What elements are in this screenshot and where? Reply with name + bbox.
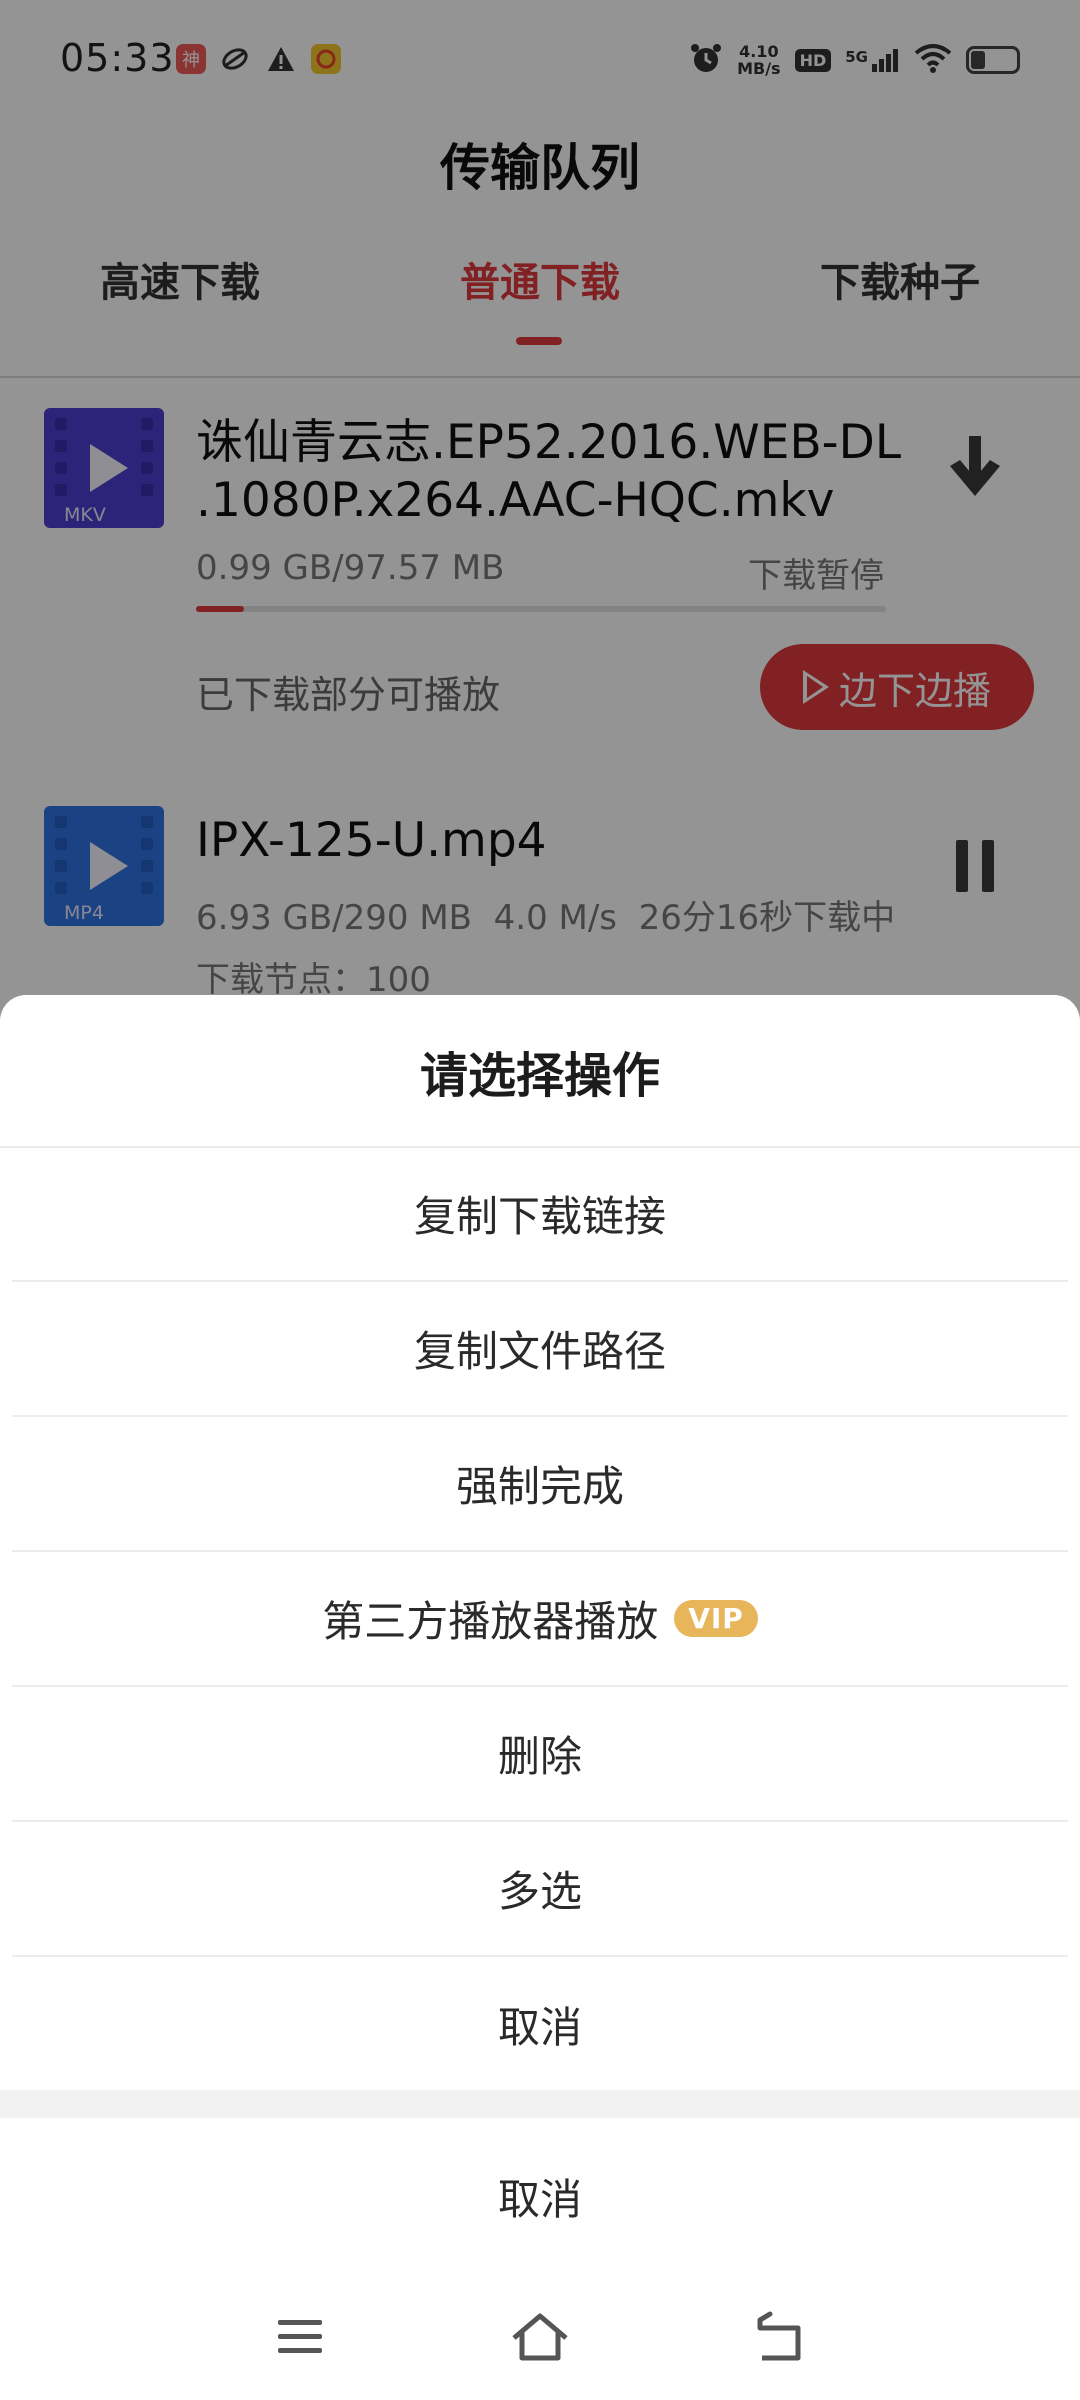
vip-badge: VIP <box>674 1600 758 1637</box>
action-menu: 复制下载链接 复制文件路径 强制完成 第三方播放器播放 VIP 删除 多选 取消 <box>12 1147 1068 2092</box>
home-icon[interactable] <box>500 2302 580 2372</box>
action-sheet: 请选择操作 复制下载链接 复制文件路径 强制完成 第三方播放器播放 VIP 删除… <box>0 995 1080 2400</box>
menu-icon[interactable] <box>260 2302 340 2372</box>
menu-item-label: 删除 <box>497 1732 582 1781</box>
third-party-player-button[interactable]: 第三方播放器播放 VIP <box>12 1552 1068 1687</box>
sheet-title: 请选择操作 <box>419 1048 660 1104</box>
copy-file-path-button[interactable]: 复制文件路径 <box>12 1282 1068 1417</box>
delete-button[interactable]: 删除 <box>12 1687 1068 1822</box>
menu-item-label: 强制完成 <box>455 1462 624 1511</box>
force-complete-button[interactable]: 强制完成 <box>12 1417 1068 1552</box>
back-icon[interactable] <box>740 2302 820 2372</box>
menu-item-label: 第三方播放器播放 <box>322 1597 659 1646</box>
menu-cancel-button[interactable]: 取消 <box>12 1957 1068 2092</box>
copy-download-link-button[interactable]: 复制下载链接 <box>12 1147 1068 1282</box>
menu-item-label: 取消 <box>497 2003 582 2052</box>
sheet-gap-divider <box>0 2090 1080 2118</box>
sheet-cancel-button[interactable]: 取消 <box>0 2118 1080 2274</box>
menu-item-label: 复制下载链接 <box>413 1192 666 1241</box>
system-nav-bar <box>0 2274 1080 2400</box>
menu-item-label: 复制文件路径 <box>413 1327 666 1376</box>
menu-item-label: 多选 <box>497 1867 582 1916</box>
multi-select-button[interactable]: 多选 <box>12 1822 1068 1957</box>
